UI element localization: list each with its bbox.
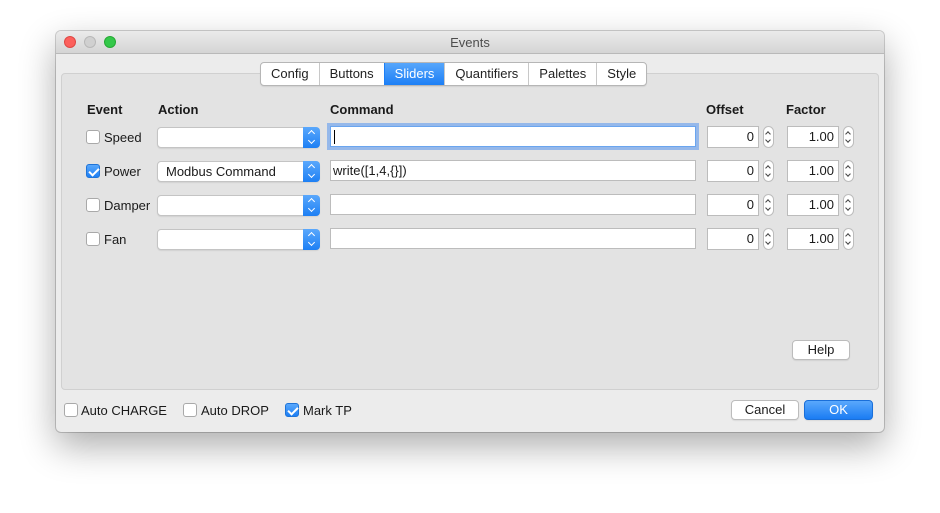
damper-command-input[interactable]: [330, 194, 696, 215]
speed-checkbox[interactable]: [86, 130, 100, 144]
damper-action-chevron-icon: [303, 195, 320, 216]
damper-offset-stepper[interactable]: [763, 194, 774, 216]
fan-label: Fan: [104, 232, 127, 247]
tab-palettes[interactable]: Palettes: [528, 63, 596, 85]
power-offset-stepper[interactable]: [763, 160, 774, 182]
cancel-button[interactable]: Cancel: [731, 400, 799, 420]
fan-checkbox[interactable]: [86, 232, 100, 246]
fan-offset-stepper[interactable]: [763, 228, 774, 250]
power-command-value: write([1,4,{}]): [333, 163, 407, 178]
speed-command-input[interactable]: [330, 126, 696, 147]
damper-checkbox[interactable]: [86, 198, 100, 212]
tab-style[interactable]: Style: [596, 63, 646, 85]
speed-action-select[interactable]: [157, 127, 320, 148]
speed-offset-input[interactable]: 0: [707, 126, 759, 148]
tab-sliders[interactable]: Sliders: [383, 63, 445, 85]
auto-charge-label: Auto CHARGE: [81, 403, 167, 418]
auto-drop-checkbox[interactable]: [183, 403, 197, 417]
fan-offset-input[interactable]: 0: [707, 228, 759, 250]
minimize-window-button[interactable]: [84, 36, 96, 48]
event-column-header: Event: [87, 102, 123, 117]
speed-offset-stepper[interactable]: [763, 126, 774, 148]
tab-bar: Config Buttons Sliders Quantifiers Palet…: [260, 62, 648, 86]
fan-action-select[interactable]: [157, 229, 320, 250]
auto-charge-checkbox[interactable]: [64, 403, 78, 417]
help-button[interactable]: Help: [792, 340, 850, 360]
power-action-chevron-icon: [303, 161, 320, 182]
mark-tp-checkbox[interactable]: [285, 403, 299, 417]
speed-action-chevron-icon: [303, 127, 320, 148]
mark-tp-label: Mark TP: [303, 403, 352, 418]
power-offset-input[interactable]: 0: [707, 160, 759, 182]
command-column-header: Command: [330, 102, 394, 117]
offset-column-header: Offset: [706, 102, 744, 117]
power-action-select[interactable]: Modbus Command: [157, 161, 320, 182]
power-command-input[interactable]: write([1,4,{}]): [330, 160, 696, 181]
power-factor-input[interactable]: 1.00: [787, 160, 839, 182]
tab-quantifiers[interactable]: Quantifiers: [444, 63, 528, 85]
text-caret: [334, 130, 335, 144]
maximize-window-button[interactable]: [104, 36, 116, 48]
damper-action-select[interactable]: [157, 195, 320, 216]
ok-button[interactable]: OK: [804, 400, 873, 420]
factor-column-header: Factor: [786, 102, 826, 117]
speed-factor-input[interactable]: 1.00: [787, 126, 839, 148]
damper-factor-stepper[interactable]: [843, 194, 854, 216]
power-label: Power: [104, 164, 141, 179]
fan-factor-input[interactable]: 1.00: [787, 228, 839, 250]
speed-label: Speed: [104, 130, 142, 145]
action-column-header: Action: [158, 102, 199, 117]
power-action-value: Modbus Command: [166, 164, 276, 179]
title-bar: Events: [56, 31, 884, 54]
tab-config[interactable]: Config: [261, 63, 319, 85]
speed-factor-stepper[interactable]: [843, 126, 854, 148]
power-checkbox[interactable]: [86, 164, 100, 178]
auto-drop-label: Auto DROP: [201, 403, 269, 418]
events-dialog: Events Config Buttons Sliders Quantifier…: [56, 31, 884, 432]
fan-action-chevron-icon: [303, 229, 320, 250]
window-title: Events: [450, 35, 490, 50]
close-window-button[interactable]: [64, 36, 76, 48]
damper-factor-input[interactable]: 1.00: [787, 194, 839, 216]
damper-label: Damper: [104, 198, 151, 213]
fan-factor-stepper[interactable]: [843, 228, 854, 250]
tab-buttons[interactable]: Buttons: [318, 63, 384, 85]
fan-command-input[interactable]: [330, 228, 696, 249]
power-factor-stepper[interactable]: [843, 160, 854, 182]
damper-offset-input[interactable]: 0: [707, 194, 759, 216]
